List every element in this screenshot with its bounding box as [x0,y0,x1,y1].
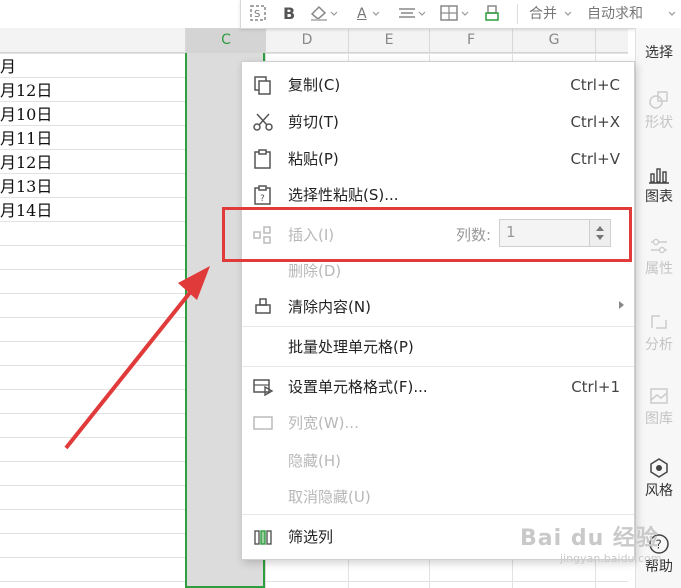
menu-item-label: 选择性粘贴(S)... [288,186,399,204]
copy-icon [254,76,271,95]
menu-item-label: 取消隐藏(U) [288,488,371,506]
menu-item-paste[interactable]: 粘贴(P) Ctrl+V [242,144,634,174]
menu-item-cut[interactable]: 剪切(T) Ctrl+X [242,107,634,137]
chevron-right-icon [619,301,624,309]
paste-special-icon: ? [254,185,271,205]
watermark-url: jingyan.baidu.com [560,552,662,565]
context-menu: 复制(C) Ctrl+C 剪切(T) Ctrl+X 粘贴(P) Ctrl+V ?… [241,61,635,560]
menu-item-label: 清除内容(N) [288,298,371,316]
menu-item-label: 隐藏(H) [288,452,341,470]
menu-item-shortcut: Ctrl+1 [571,378,620,396]
menu-item-label: 设置单元格格式(F)... [288,378,428,396]
menu-item-clear[interactable]: 清除内容(N) [242,292,634,322]
menu-item-label: 列宽(W)... [288,414,359,432]
watermark-brand: Bai du 经验 [520,526,659,551]
menu-item-label: 删除(D) [288,262,342,280]
svg-text:?: ? [260,194,265,204]
menu-item-shortcut: Ctrl+V [570,150,620,168]
menu-item-shortcut: Ctrl+C [570,76,620,94]
menu-item-column-width[interactable]: 列宽(W)... [242,408,634,438]
menu-item-label: 筛选列 [288,528,334,546]
format-cells-icon [253,379,274,397]
column-width-icon [253,416,273,430]
menu-item-batch[interactable]: 批量处理单元格(P) [242,332,634,362]
menu-item-unhide[interactable]: 取消隐藏(U) [242,482,634,512]
menu-item-format-cells[interactable]: 设置单元格格式(F)... Ctrl+1 [242,372,634,402]
menu-item-label: 剪切(T) [288,113,339,131]
scissors-icon [253,113,273,131]
eraser-icon [255,298,271,314]
annotation-highlight-box [222,207,632,262]
paste-icon [254,149,271,169]
menu-item-label: 批量处理单元格(P) [288,338,414,356]
filter-column-icon [254,530,272,545]
menu-item-copy[interactable]: 复制(C) Ctrl+C [242,70,634,100]
menu-item-label: 复制(C) [288,76,341,94]
menu-item-shortcut: Ctrl+X [570,113,620,131]
menu-item-hide[interactable]: 隐藏(H) [242,446,634,476]
menu-item-label: 粘贴(P) [288,150,339,168]
watermark-logo: Bai du 经验 jingyan.baidu.com [520,520,662,565]
menu-item-paste-special[interactable]: ? 选择性粘贴(S)... [242,180,634,210]
